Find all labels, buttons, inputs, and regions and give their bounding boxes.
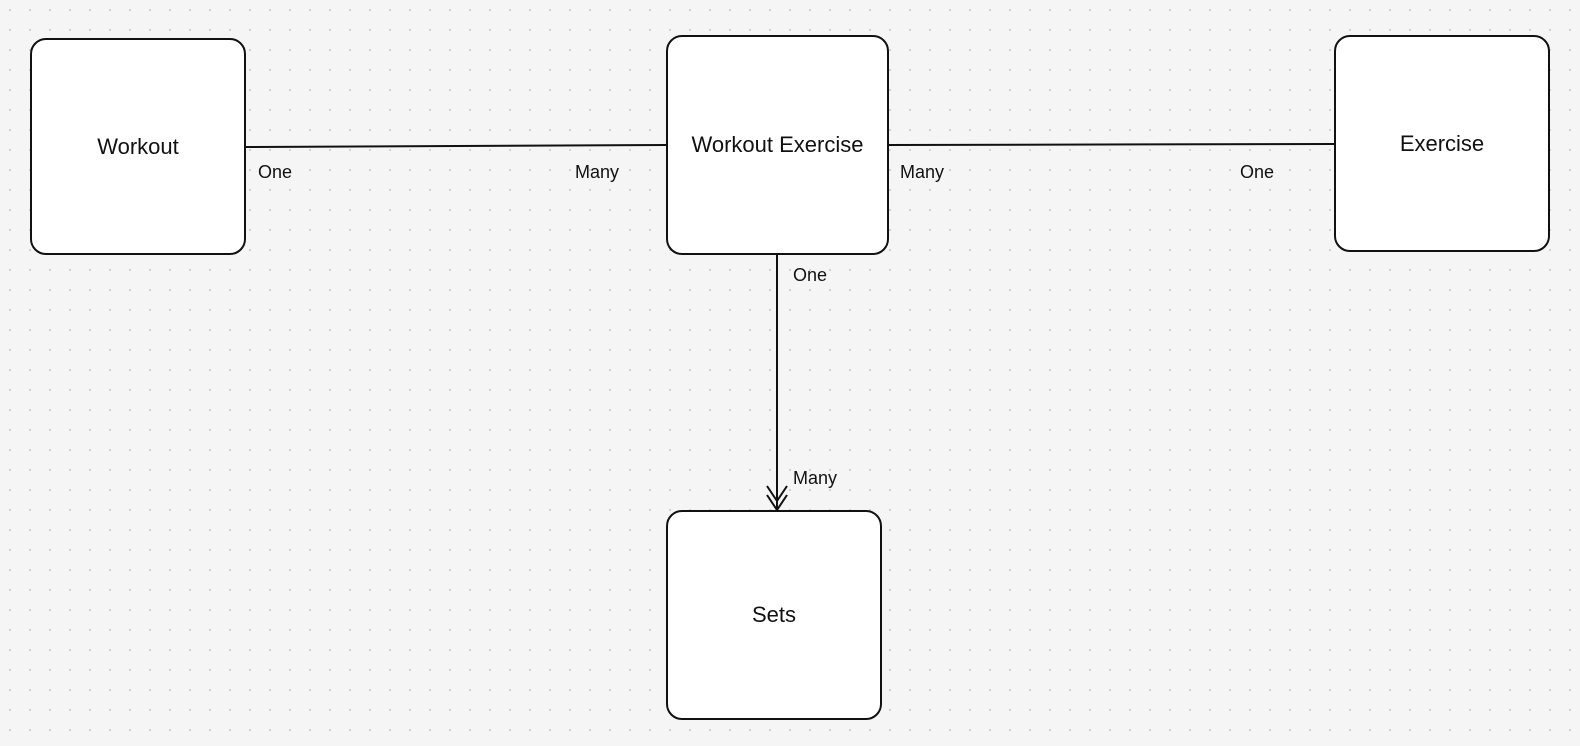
label-workout-exercise-many-left: Many xyxy=(575,162,619,183)
entity-sets: Sets xyxy=(666,510,882,720)
entity-workout-exercise-label: Workout Exercise xyxy=(692,132,864,158)
label-exercise-one: One xyxy=(1240,162,1274,183)
entity-workout-exercise: Workout Exercise xyxy=(666,35,889,255)
entity-sets-label: Sets xyxy=(752,602,796,628)
diagram-container: Workout Workout Exercise Exercise Sets O… xyxy=(0,0,1580,746)
label-workout-one: One xyxy=(258,162,292,183)
entity-workout-label: Workout xyxy=(97,134,179,160)
entity-exercise: Exercise xyxy=(1334,35,1550,252)
entity-exercise-label: Exercise xyxy=(1400,131,1484,157)
label-workout-exercise-one-bottom: One xyxy=(793,265,827,286)
label-sets-many: Many xyxy=(793,468,837,489)
entity-workout: Workout xyxy=(30,38,246,255)
label-workout-exercise-many-right: Many xyxy=(900,162,944,183)
